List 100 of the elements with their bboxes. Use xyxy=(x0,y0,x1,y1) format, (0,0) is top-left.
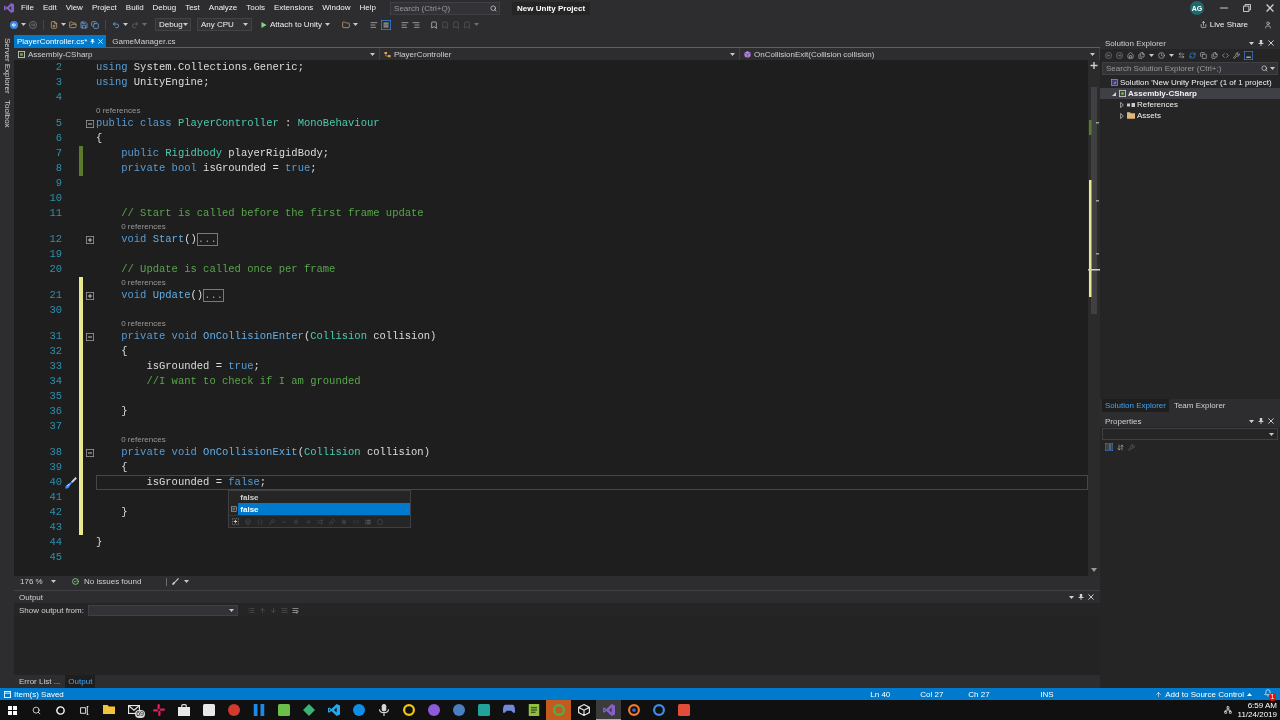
pin-icon[interactable] xyxy=(1078,594,1084,600)
caret-icon[interactable] xyxy=(184,580,190,583)
collapse-icon[interactable] xyxy=(86,448,94,457)
caret-icon[interactable] xyxy=(325,23,331,26)
save-icon[interactable] xyxy=(80,20,88,29)
tree-item[interactable]: Assembly-CSharp xyxy=(1100,88,1280,99)
menu-item[interactable]: Project xyxy=(91,3,117,13)
caret-icon[interactable] xyxy=(1249,41,1254,45)
minimize-icon[interactable] xyxy=(1220,4,1228,12)
side-tab[interactable]: Server Explorer xyxy=(2,38,12,94)
start-button[interactable]: Attach to Unity xyxy=(259,18,333,31)
caret-icon[interactable] xyxy=(353,23,359,26)
code-icon[interactable] xyxy=(1222,52,1229,59)
live-share-button[interactable]: Live Share xyxy=(1197,18,1250,31)
align-left-icon[interactable] xyxy=(370,20,379,29)
tree-item[interactable]: Assets xyxy=(1119,110,1161,121)
caret-icon[interactable] xyxy=(730,52,735,56)
task-view-icon[interactable] xyxy=(79,705,89,715)
add-icon[interactable] xyxy=(232,518,240,525)
menu-item[interactable]: Window xyxy=(322,3,351,13)
code-lens[interactable]: 0 references xyxy=(121,434,166,445)
menu-item[interactable]: Debug xyxy=(152,3,177,13)
bell-icon[interactable] xyxy=(1264,689,1272,697)
caret-icon[interactable] xyxy=(228,608,234,612)
search-icon[interactable] xyxy=(1261,65,1268,72)
forward-icon[interactable] xyxy=(1116,52,1123,59)
panel-tab[interactable]: Output xyxy=(65,675,96,688)
tree-item[interactable]: Solution 'New Unity Project' (1 of 1 project) xyxy=(1103,77,1272,88)
undo-icon[interactable] xyxy=(112,20,120,29)
side-tab[interactable]: Toolbox xyxy=(2,99,12,128)
person-icon[interactable] xyxy=(1264,20,1272,29)
caret-icon[interactable] xyxy=(1270,67,1275,70)
sort-icon[interactable] xyxy=(1117,443,1124,451)
close-icon[interactable] xyxy=(1266,4,1274,12)
menu-item[interactable]: View xyxy=(65,3,83,13)
expanded-arrow-icon[interactable] xyxy=(1112,91,1116,96)
search-icon[interactable] xyxy=(490,4,498,12)
caret-icon[interactable] xyxy=(123,23,128,26)
expand-icon[interactable] xyxy=(86,291,94,300)
caret-icon[interactable] xyxy=(243,23,248,26)
ring-icon[interactable] xyxy=(55,705,65,715)
files-icon[interactable] xyxy=(1138,52,1145,59)
caret-icon[interactable] xyxy=(1247,692,1252,696)
align-left-icon[interactable] xyxy=(401,20,410,29)
start-icon[interactable] xyxy=(7,705,17,715)
restore-icon[interactable] xyxy=(1243,4,1251,12)
menu-item[interactable]: Build xyxy=(125,3,144,13)
brush-icon[interactable] xyxy=(172,578,180,585)
new-file-icon[interactable] xyxy=(50,20,58,29)
menu-item[interactable]: Test xyxy=(185,3,200,13)
save-all-icon[interactable] xyxy=(91,20,99,29)
share-icon[interactable] xyxy=(1199,21,1207,28)
collapse-icon[interactable] xyxy=(86,332,94,341)
logo-icon[interactable] xyxy=(4,3,14,13)
caret-icon[interactable] xyxy=(1169,54,1174,57)
caret-icon[interactable] xyxy=(1249,419,1254,423)
insert-mode-indicator[interactable]: INS xyxy=(1040,689,1054,699)
open-folder-icon[interactable] xyxy=(69,20,77,29)
source-control-link[interactable]: Add to Source Control xyxy=(1165,689,1244,699)
zoom-dropdown[interactable]: 176 % xyxy=(18,576,58,587)
document-tab[interactable]: PlayerController.cs* xyxy=(14,35,107,47)
close-icon[interactable] xyxy=(1268,418,1274,424)
panel-tab[interactable]: Solution Explorer xyxy=(1102,399,1169,412)
copy-icon[interactable] xyxy=(1200,52,1207,59)
panel-tab[interactable]: Error List ... xyxy=(16,675,64,688)
menu-item[interactable]: Edit xyxy=(42,3,57,13)
swap-icon[interactable] xyxy=(1178,52,1185,59)
menu-item[interactable]: Extensions xyxy=(274,3,314,13)
platform-dropdown[interactable]: Any CPU xyxy=(197,18,252,31)
caret-icon[interactable] xyxy=(370,52,375,56)
collapse-icon[interactable] xyxy=(86,119,94,128)
menu-item[interactable]: Tools xyxy=(246,3,265,13)
collapsed-arrow-icon[interactable] xyxy=(1120,101,1124,108)
back-icon[interactable] xyxy=(10,20,18,29)
caret-icon[interactable] xyxy=(1149,54,1154,57)
collapsed-arrow-icon[interactable] xyxy=(1120,112,1124,119)
search-field[interactable]: Search Solution Explorer (Ctrl+;) xyxy=(1102,62,1278,75)
search-field[interactable]: Search (Ctrl+Q) xyxy=(390,1,501,15)
list-icon[interactable] xyxy=(381,19,392,30)
menu-item[interactable]: Analyze xyxy=(208,3,238,13)
caret-icon[interactable] xyxy=(1269,432,1274,436)
search-icon[interactable] xyxy=(31,705,41,715)
preview-icon[interactable] xyxy=(1244,51,1253,60)
caret-icon[interactable] xyxy=(51,580,56,583)
files-icon[interactable] xyxy=(1211,52,1218,59)
network-icon[interactable] xyxy=(1223,706,1232,714)
code-lens[interactable]: 0 references xyxy=(121,221,166,232)
menu-item[interactable]: Help xyxy=(359,3,377,13)
pin-icon[interactable] xyxy=(1258,418,1264,424)
expand-icon[interactable] xyxy=(86,235,94,244)
caret-icon[interactable] xyxy=(61,23,66,26)
menu-item[interactable]: File xyxy=(21,3,34,13)
play-icon[interactable] xyxy=(261,21,267,28)
align-right-icon[interactable] xyxy=(412,20,421,29)
caret-icon[interactable] xyxy=(1069,595,1074,599)
refresh-icon[interactable] xyxy=(1189,52,1196,59)
code-lens[interactable]: 0 references xyxy=(121,318,166,329)
pin-icon[interactable] xyxy=(90,38,96,44)
code-lens[interactable]: 0 references xyxy=(121,277,166,288)
configuration-dropdown[interactable]: Debug xyxy=(155,18,191,31)
